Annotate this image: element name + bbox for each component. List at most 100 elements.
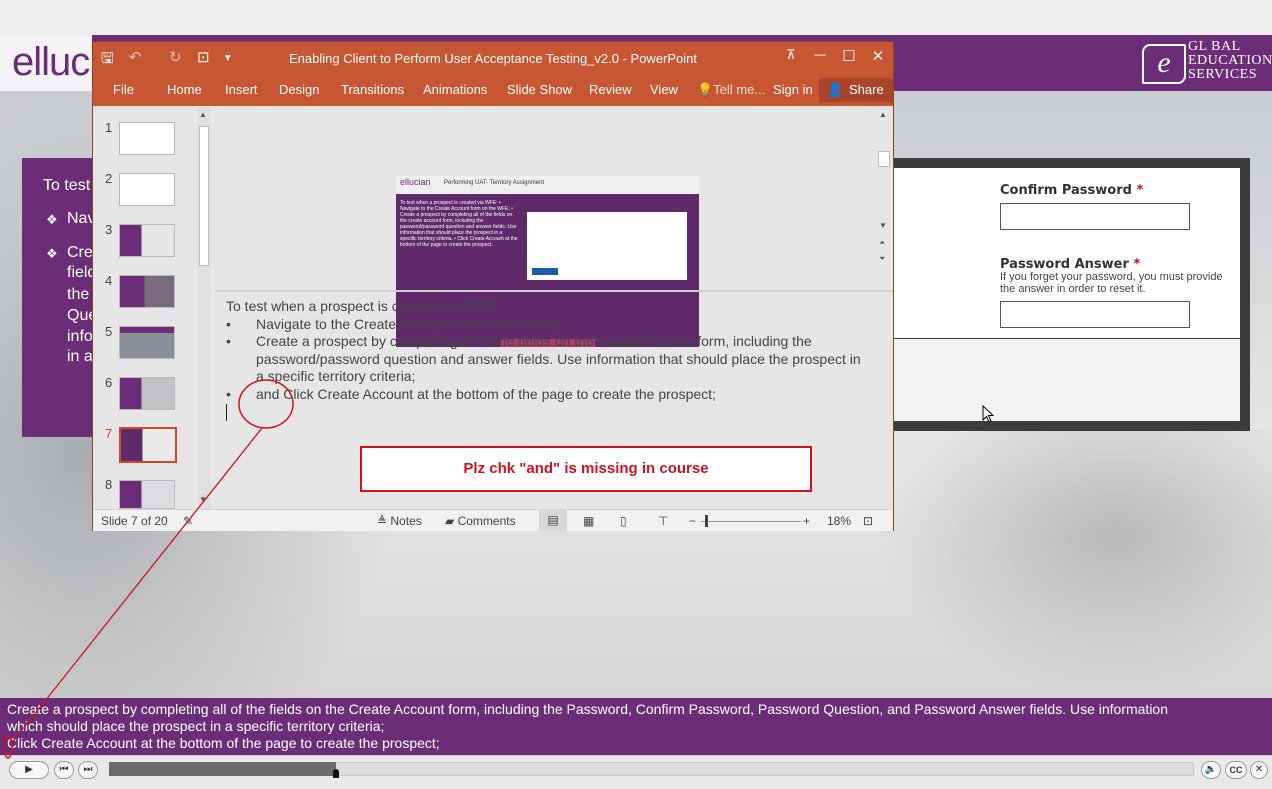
- scroll-down-icon[interactable]: ▼: [199, 495, 207, 504]
- slide-show-icon[interactable]: ⊤: [658, 514, 668, 528]
- slide-preview-heading: Performing UAT- Territory Assignment: [444, 180, 545, 186]
- slide-thumbnail[interactable]: [119, 480, 175, 509]
- speaker-notes[interactable]: To test when a prospect is created via W…: [226, 298, 866, 404]
- tab-file[interactable]: File: [113, 82, 134, 97]
- mouse-pointer-icon: [982, 405, 995, 423]
- next-slide-button[interactable]: ⏭: [78, 761, 98, 779]
- slide-scroll-thumb[interactable]: [878, 151, 890, 167]
- comments-toggle[interactable]: ▰ Comments: [445, 514, 516, 528]
- normal-view-icon[interactable]: ▤: [539, 510, 567, 531]
- course-form-screenshot-footer: [894, 339, 1240, 421]
- slide-ellucian-logo: ellucian: [400, 177, 431, 187]
- notes-toggle[interactable]: ≜ Notes: [377, 514, 422, 528]
- thumb-number: 6: [105, 375, 113, 390]
- ges-logo-mark: e: [1142, 44, 1186, 84]
- slide-thumbnail[interactable]: [119, 377, 175, 410]
- notes-bullet-item: • and Click Create Account at the bottom …: [226, 385, 716, 402]
- slide-counter: Slide 7 of 20: [101, 514, 168, 528]
- panel-line: To test: [43, 177, 91, 194]
- zoom-slider[interactable]: [701, 521, 801, 522]
- thumb-number: 4: [105, 273, 113, 288]
- panel-bullet-icon: ❖: [46, 212, 58, 227]
- sign-in-link[interactable]: Sign in: [773, 82, 813, 97]
- thumb-number: 7: [105, 426, 113, 441]
- panel-line: the: [67, 286, 90, 303]
- thumbnail-scroll-thumb[interactable]: [199, 126, 209, 266]
- tab-view[interactable]: View: [650, 82, 678, 97]
- panel-line: info: [67, 328, 93, 345]
- tell-me-search[interactable]: 💡Tell me...: [697, 82, 765, 98]
- slide-thumbnail[interactable]: [119, 122, 175, 155]
- zoom-out-icon[interactable]: −: [689, 514, 696, 528]
- scroll-up-icon[interactable]: ▲: [199, 110, 207, 119]
- caption-line: Create a prospect by completing all of t…: [7, 701, 1169, 717]
- thumb-number: 2: [105, 171, 113, 186]
- lightbulb-icon: 💡: [697, 82, 714, 97]
- share-person-icon: 👤: [827, 82, 844, 97]
- play-button[interactable]: ▶: [9, 761, 49, 779]
- slide-thumbnail[interactable]: [119, 326, 175, 359]
- password-answer-label: Password Answer *: [1000, 257, 1141, 272]
- close-window-button[interactable]: ✕: [867, 47, 889, 65]
- review-comment-box: Plz chk "and" is missing in course: [360, 446, 812, 492]
- notes-intro: To test when a prospect is created via W…: [226, 298, 500, 314]
- password-answer-help: If you forget your password, you must pr…: [1000, 271, 1223, 295]
- ges-logo-line-3: SERVICES: [1188, 67, 1258, 82]
- progress-fill: [109, 762, 336, 776]
- password-answer-field[interactable]: [1000, 301, 1190, 328]
- tab-slide-show[interactable]: Slide Show: [507, 82, 572, 97]
- spell-check-icon[interactable]: ✎: [183, 514, 193, 528]
- tab-animations[interactable]: Animations: [423, 82, 487, 97]
- reading-view-icon[interactable]: ▯: [620, 514, 627, 528]
- fit-to-window-icon[interactable]: ⊡: [863, 514, 873, 528]
- slide-thumbnail[interactable]: [119, 173, 175, 206]
- previous-slide-icon[interactable]: ⏶: [879, 238, 885, 248]
- ges-logo-line-1: GL BAL: [1188, 39, 1241, 54]
- ppt-title-bar: 🖫 ↶ ↻ ⊡ ▾ Enabling Client to Perform Use…: [93, 42, 893, 76]
- next-slide-icon[interactable]: ⏷: [879, 254, 885, 264]
- tab-insert[interactable]: Insert: [225, 82, 258, 97]
- zoom-slider-thumb[interactable]: [705, 515, 708, 527]
- ribbon-display-options-icon[interactable]: ⊼: [780, 47, 802, 63]
- slide-scroll-down-icon[interactable]: ▼: [879, 221, 887, 230]
- slide-thumbnail-selected[interactable]: [119, 427, 177, 463]
- tab-review[interactable]: Review: [589, 82, 632, 97]
- ppt-window-title: Enabling Client to Perform User Acceptan…: [288, 51, 698, 66]
- panel-bullet-icon: ❖: [46, 246, 58, 261]
- panel-line: Cre: [67, 244, 93, 261]
- zoom-in-icon[interactable]: +: [803, 514, 810, 528]
- slide-thumbnail-pane: 1 2 3 4 5 6 7 8: [93, 106, 197, 509]
- tab-transitions[interactable]: Transitions: [341, 82, 404, 97]
- slide-thumbnail[interactable]: [119, 275, 175, 308]
- volume-button[interactable]: 🔈: [1201, 761, 1221, 779]
- thumb-number: 1: [105, 120, 113, 135]
- thumb-number: 3: [105, 222, 113, 237]
- browser-top-strip: [0, 0, 1272, 35]
- zoom-level[interactable]: 18%: [827, 514, 851, 528]
- slide-scroll-up-icon[interactable]: ▲: [879, 110, 887, 119]
- closed-captions-button[interactable]: CC: [1225, 761, 1247, 779]
- confirm-password-field[interactable]: [1000, 203, 1190, 230]
- stage-blur-right: [880, 430, 1272, 698]
- minimize-button[interactable]: —: [809, 47, 831, 61]
- slide-preview-body: To test when a prospect is created via W…: [400, 200, 518, 248]
- slide-scrollbar[interactable]: [876, 106, 892, 330]
- previous-slide-button[interactable]: ⏮: [54, 761, 74, 779]
- share-label: Share: [849, 82, 884, 97]
- slide-thumbnail[interactable]: [119, 224, 175, 257]
- progress-scrubber[interactable]: [333, 769, 339, 778]
- global-education-services-logo: e GL BAL EDUCATION SERVICES: [1140, 38, 1272, 88]
- thumb-number: 5: [105, 324, 113, 339]
- tab-home[interactable]: Home: [167, 82, 202, 97]
- notes-divider[interactable]: [215, 290, 893, 292]
- maximize-button[interactable]: ☐: [838, 47, 860, 65]
- share-button[interactable]: 👤 Share: [819, 78, 893, 102]
- course-caption: Create a prospect by completing all of t…: [0, 698, 1272, 755]
- confirm-password-label: Confirm Password *: [1000, 183, 1144, 198]
- caption-line: which should place the prospect in a spe…: [7, 718, 385, 734]
- tab-design[interactable]: Design: [279, 82, 319, 97]
- slide-sorter-icon[interactable]: ▦: [583, 514, 594, 528]
- ellucian-logo: elluc: [12, 40, 90, 84]
- close-player-button[interactable]: ✕: [1250, 761, 1268, 779]
- slide-preview-create-account-button: [532, 268, 558, 275]
